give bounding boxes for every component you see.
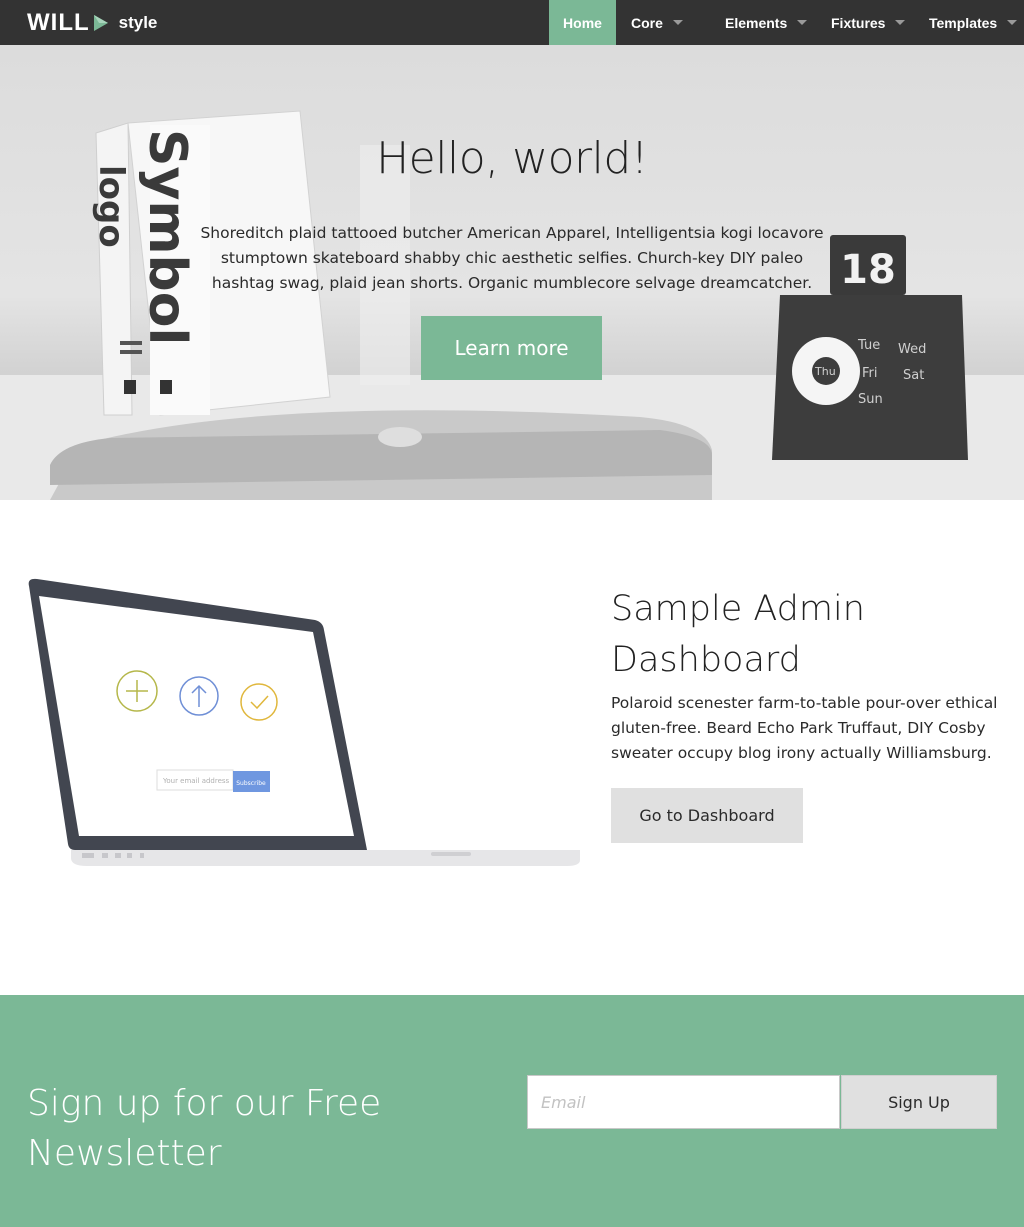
go-to-dashboard-button[interactable]: Go to Dashboard	[611, 788, 803, 843]
brand-logo: WILL	[27, 8, 90, 36]
caret-down-icon	[1007, 20, 1018, 25]
main-nav: Home Core Elements Fixtures Templates	[549, 0, 1024, 45]
nav-item-fixtures[interactable]: Fixtures	[816, 0, 914, 45]
newsletter-title-line1: Sign up for our Free	[27, 1083, 382, 1124]
caret-down-icon	[797, 20, 808, 25]
nav-item-label: Fixtures	[831, 14, 886, 31]
feature-description: Polaroid scenester farm-to-table pour-ov…	[611, 694, 998, 762]
caret-down-icon	[895, 20, 906, 25]
hero-title: Hello, world!	[376, 133, 648, 184]
learn-more-button[interactable]: Learn more	[421, 316, 602, 380]
top-navbar: WILL style Home Core Elements Fixtures T…	[0, 0, 1024, 45]
nav-item-elements[interactable]: Elements	[710, 0, 816, 45]
calendar-day-wed: Wed	[898, 342, 926, 357]
nav-item-label: Home	[563, 14, 602, 31]
calendar-number: 18	[840, 247, 896, 293]
calendar-day-sat: Sat	[903, 368, 924, 383]
laptop-subscribe-label: Subscribe	[236, 780, 266, 787]
feature-title-line1: Sample Admin	[611, 589, 865, 629]
laptop-mockup-image: Your email address Subscribe	[28, 578, 580, 866]
dashboard-feature-section: Your email address Subscribe Sample Admi…	[0, 500, 1024, 995]
play-arrow-icon	[93, 14, 108, 31]
newsletter-title: Sign up for our Free Newsletter	[27, 1079, 447, 1179]
feature-title-line2: Dashboard	[611, 640, 801, 680]
sign-up-button[interactable]: Sign Up	[841, 1075, 997, 1129]
brand-logo-link[interactable]: WILL style	[27, 0, 157, 45]
calendar-day-sun: Sun	[858, 392, 883, 407]
nav-item-label: Elements	[725, 14, 788, 31]
feature-title: Sample Admin Dashboard	[611, 584, 1011, 686]
nav-item-home[interactable]: Home	[549, 0, 616, 45]
email-field[interactable]	[527, 1075, 840, 1129]
brand-suffix: style	[118, 12, 158, 32]
hero-section: Symbol logo 18 Tue Wed Thu Fri Sat Sun H…	[0, 45, 1024, 500]
caret-down-icon	[672, 20, 683, 25]
hero-description: Shoreditch plaid tattooed butcher Americ…	[200, 224, 824, 292]
nav-item-label: Templates	[929, 14, 998, 31]
nav-item-core[interactable]: Core	[616, 0, 710, 45]
laptop-email-placeholder: Your email address	[162, 777, 230, 785]
newsletter-section: Sign up for our Free Newsletter Sign Up	[0, 995, 1024, 1227]
newsletter-title-line2: Newsletter	[27, 1133, 222, 1174]
nav-item-label: Core	[631, 14, 663, 31]
calendar-day-thu: Thu	[814, 365, 836, 378]
nav-item-templates[interactable]: Templates	[914, 0, 1024, 45]
calendar-day-tue: Tue	[857, 338, 880, 353]
calendar-day-fri: Fri	[862, 366, 878, 381]
